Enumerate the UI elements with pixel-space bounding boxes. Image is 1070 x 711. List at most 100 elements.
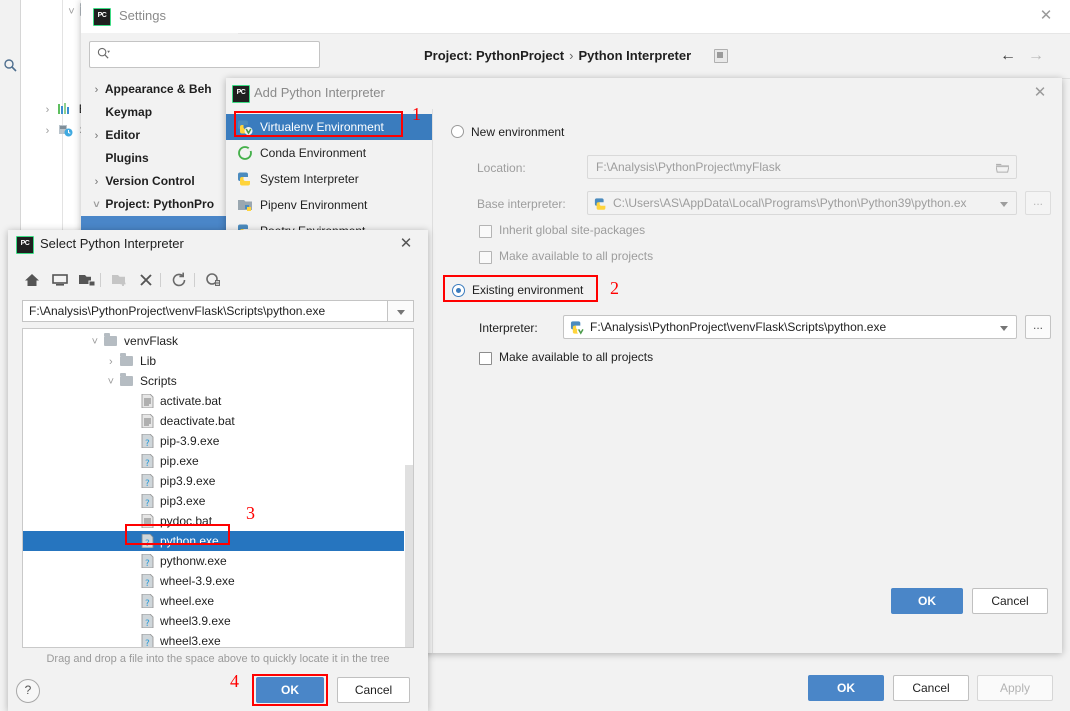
tree-item-lib[interactable]: › Lib [23,351,413,371]
tree-item-pip-exe[interactable]: ? pip.exe [23,451,413,471]
close-icon[interactable]: ✕ [1038,8,1054,24]
env-type-pipenv[interactable]: Pipenv Environment [226,192,432,218]
delete-icon[interactable] [136,270,156,290]
pycharm-icon: PC [16,236,34,254]
settings-cancel-button[interactable]: Cancel [893,675,969,701]
tree-scrollbar-thumb[interactable] [405,465,413,647]
tree-item-scripts[interactable]: ˅ Scripts [23,371,413,391]
annotation-box-3 [125,524,230,545]
folder-icon[interactable] [996,162,1009,173]
chevron-down-icon[interactable] [1000,326,1008,331]
new-environment-label[interactable]: New environment [471,125,564,139]
svg-text:?: ? [145,619,150,628]
sidebar-item-project[interactable]: ˅ Project: PythonPro [91,193,214,216]
chevron-down-icon[interactable]: ˅ [66,4,77,21]
chevron-down-icon[interactable] [1000,202,1008,207]
home-icon[interactable] [22,270,42,290]
tree-item-pythonw-exe[interactable]: ? pythonw.exe [23,551,413,571]
sidebar-item-keymap[interactable]: Keymap [91,101,152,124]
make-available-existing-checkbox[interactable] [479,352,492,365]
add-interpreter-cancel-button[interactable]: Cancel [972,588,1048,614]
tree-item-label: pythonw.exe [160,554,227,568]
search-input[interactable] [89,41,320,68]
base-interpreter-label: Base interpreter: [477,197,566,211]
tree-item-wheel39-exe[interactable]: ? wheel3.9.exe [23,611,413,631]
inherit-site-packages-checkbox[interactable] [479,225,492,238]
sidebar-item-label: Version Control [105,174,195,188]
bat-file-icon [141,394,154,408]
base-interpreter-browse-button[interactable]: ... [1025,191,1051,215]
chevron-down-icon[interactable]: ˅ [89,332,100,352]
toolbar-separator [194,273,195,287]
help-button[interactable]: ? [16,679,40,703]
env-type-system-interpreter[interactable]: System Interpreter [226,166,432,192]
close-icon[interactable]: ✕ [398,236,414,252]
tree-item-label: wheel.exe [160,594,215,608]
chevron-down-icon[interactable]: ˅ [105,372,116,392]
chevron-down-icon[interactable]: ˅ [91,194,102,217]
toolbar-separator [160,273,161,287]
search-icon[interactable] [3,58,17,72]
env-type-conda[interactable]: Conda Environment [226,140,432,166]
tree-item-pip3-exe[interactable]: ? pip3.exe [23,491,413,511]
make-available-new-checkbox[interactable] [479,251,492,264]
arrow-left-icon[interactable]: ← [999,47,1017,65]
select-interpreter-title: Select Python Interpreter [40,236,184,251]
path-input[interactable]: F:\Analysis\PythonProject\venvFlask\Scri… [22,300,388,322]
exe-file-icon: ? [141,474,154,488]
tree-item-wheel-39-exe[interactable]: ? wheel-3.9.exe [23,571,413,591]
settings-apply-button[interactable]: Apply [977,675,1053,701]
tree-item-pip39-exe[interactable]: ? pip3.9.exe [23,471,413,491]
close-icon[interactable]: ✕ [1032,85,1048,101]
tree-item-venvflask[interactable]: ˅ venvFlask [23,331,413,351]
svg-text:?: ? [145,559,150,568]
tree-item-deactivate-bat[interactable]: deactivate.bat [23,411,413,431]
interpreter-browse-button[interactable]: ... [1025,315,1051,339]
env-type-label: Conda Environment [260,146,367,160]
breadcrumb-root[interactable]: Project: PythonProject [424,48,564,63]
new-environment-radio[interactable] [451,125,464,138]
tree-item-label: wheel3.exe [160,634,221,648]
sidebar-item-plugins[interactable]: Plugins [91,147,148,170]
tree-item-wheel-exe[interactable]: ? wheel.exe [23,591,413,611]
make-available-existing-label[interactable]: Make available to all projects [499,350,653,364]
add-interpreter-ok-button[interactable]: OK [891,588,963,614]
sidebar-item-editor[interactable]: › Editor [91,124,140,147]
settings-header: Project: PythonProject › Python Interprete… [319,33,1070,78]
refresh-icon[interactable] [169,270,189,290]
tree-item-activate-bat[interactable]: activate.bat [23,391,413,411]
arrow-right-icon[interactable]: → [1027,47,1045,65]
tree-item-pip-39-exe[interactable]: ? pip-3.9.exe [23,431,413,451]
path-dropdown-button[interactable] [388,300,414,322]
select-interpreter-cancel-button[interactable]: Cancel [337,677,410,703]
annotation-number-2: 2 [610,278,619,298]
sidebar-item-label: Appearance & Beh [104,82,212,96]
python-icon [594,198,606,210]
tree-item-wheel3-exe[interactable]: ? wheel3.exe [23,631,413,648]
inherit-site-packages-label[interactable]: Inherit global site-packages [499,223,645,237]
tree-item-label: Scripts [140,374,177,388]
env-type-label: Pipenv Environment [260,198,368,212]
base-interpreter-dropdown[interactable]: C:\Users\AS\AppData\Local\Programs\Pytho… [587,191,1017,215]
interpreter-dropdown[interactable]: F:\Analysis\PythonProject\venvFlask\Scri… [563,315,1017,339]
chevron-right-icon[interactable]: › [42,123,53,140]
make-available-new-label[interactable]: Make available to all projects [499,249,653,263]
chevron-right-icon[interactable]: › [91,125,102,148]
chevron-right-icon[interactable]: › [91,171,102,194]
chevron-right-icon[interactable]: › [91,79,102,102]
sidebar-item-appearance[interactable]: › Appearance & Beh [91,78,212,101]
show-interpreter-details-button[interactable] [714,49,728,63]
project-folder-icon[interactable] [77,270,97,290]
show-hidden-icon[interactable] [203,270,223,290]
file-tree[interactable]: ˅ venvFlask › Lib ˅ Scripts activate.bat… [22,328,414,648]
new-folder-icon [112,275,126,286]
conda-icon [238,146,252,160]
desktop-icon[interactable] [50,270,70,290]
tree-item-label: pip-3.9.exe [160,434,220,448]
svg-text:?: ? [145,459,150,468]
select-python-interpreter-dialog: PC Select Python Interpreter ✕ F:\Analys… [8,230,428,711]
sidebar-item-version-control[interactable]: › Version Control [91,170,195,193]
chevron-right-icon[interactable]: › [105,352,116,372]
settings-ok-button[interactable]: OK [808,675,884,701]
chevron-right-icon[interactable]: › [42,102,53,119]
